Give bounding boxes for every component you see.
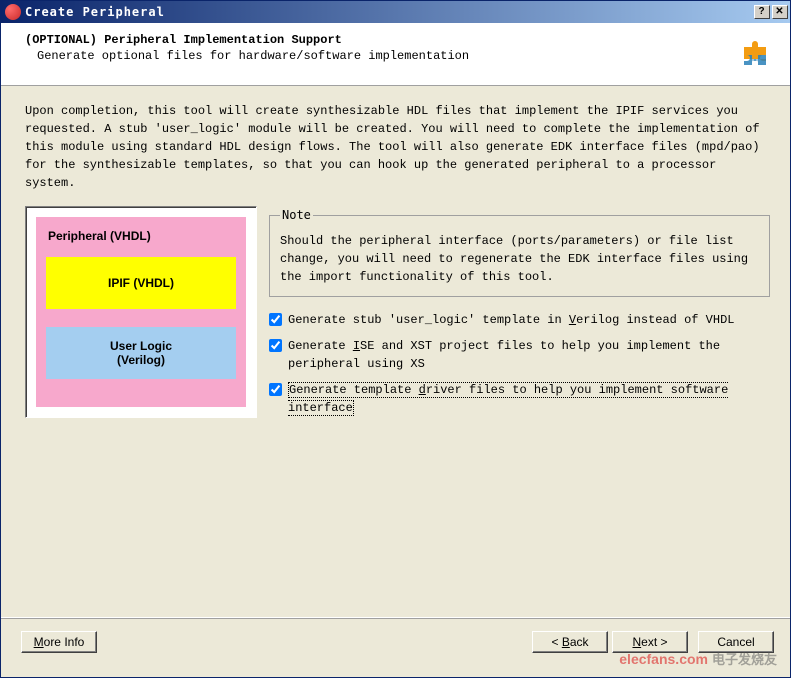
content-area: (OPTIONAL) Peripheral Implementation Sup… (1, 23, 790, 677)
footer-bar: More Info < Back Next > Cancel (1, 618, 790, 677)
driver-template-checkbox[interactable] (269, 383, 282, 396)
diagram-user-line1: User Logic (110, 339, 172, 353)
options-column: Note Should the peripheral interface (po… (269, 206, 770, 423)
diagram-userlogic-box: User Logic (Verilog) (46, 327, 236, 379)
ise-project-checkbox[interactable] (269, 339, 282, 352)
verilog-stub-label[interactable]: Generate stub 'user_logic' template in V… (288, 311, 735, 329)
diagram-frame: Peripheral (VHDL) IPIF (VHDL) User Logic… (25, 206, 257, 418)
cancel-button[interactable]: Cancel (698, 631, 774, 653)
note-legend: Note (280, 206, 313, 224)
next-button[interactable]: Next > (612, 631, 688, 653)
diagram-ipif-box: IPIF (VHDL) (46, 257, 236, 309)
page-title: (OPTIONAL) Peripheral Implementation Sup… (25, 33, 740, 47)
more-info-button[interactable]: More Info (21, 631, 97, 653)
driver-template-label[interactable]: Generate template driver files to help y… (288, 381, 770, 417)
window-title: Create Peripheral (25, 5, 752, 19)
verilog-stub-checkbox[interactable] (269, 313, 282, 326)
wizard-window: Create Peripheral ? ✕ (OPTIONAL) Periphe… (0, 0, 791, 678)
close-button[interactable]: ✕ (772, 5, 788, 19)
titlebar: Create Peripheral ? ✕ (1, 1, 790, 23)
note-group: Note Should the peripheral interface (po… (269, 206, 770, 297)
puzzle-icon (740, 37, 772, 69)
diagram-outer-label: Peripheral (VHDL) (48, 227, 236, 245)
page-header: (OPTIONAL) Peripheral Implementation Sup… (1, 23, 790, 86)
back-button[interactable]: < Back (532, 631, 608, 653)
note-body: Should the peripheral interface (ports/p… (280, 232, 759, 286)
diagram: Peripheral (VHDL) IPIF (VHDL) User Logic… (36, 217, 246, 407)
intro-text: Upon completion, this tool will create s… (25, 102, 770, 192)
diagram-user-line2: (Verilog) (117, 353, 165, 367)
body-section: Upon completion, this tool will create s… (1, 86, 790, 618)
app-icon (5, 4, 21, 20)
ise-project-label[interactable]: Generate ISE and XST project files to he… (288, 337, 770, 373)
help-button[interactable]: ? (754, 5, 770, 19)
page-subtitle: Generate optional files for hardware/sof… (37, 49, 740, 63)
